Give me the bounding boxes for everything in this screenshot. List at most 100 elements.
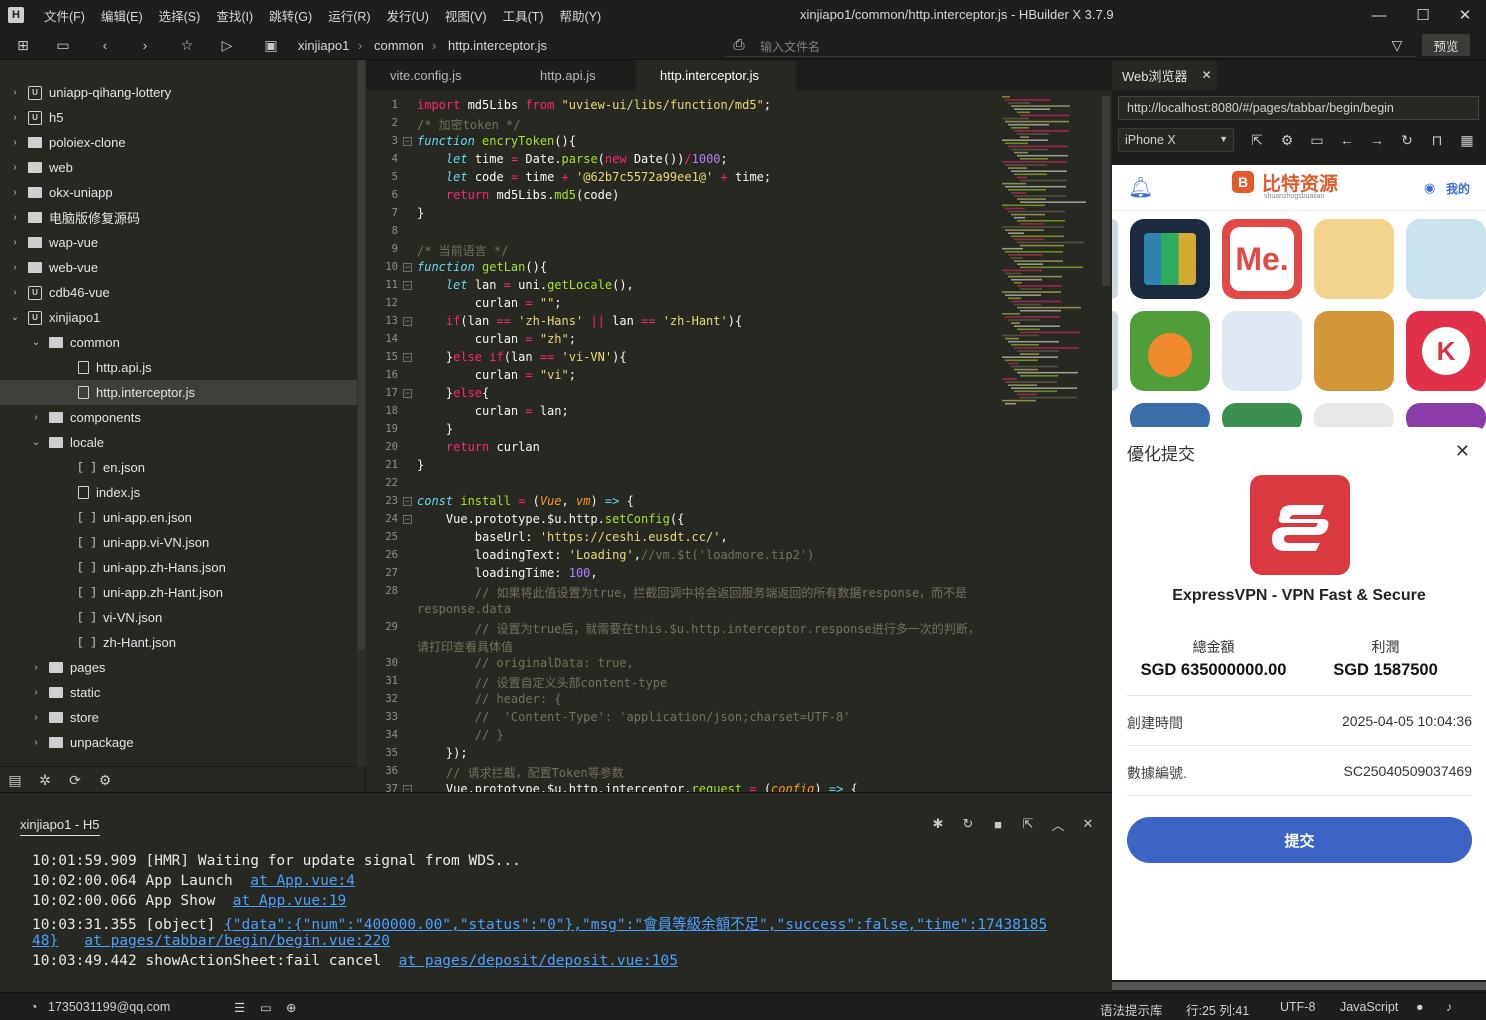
- code-line[interactable]: curlan = lan;: [417, 404, 569, 418]
- tree-item[interactable]: ⌄ Uxinjiapo1: [0, 305, 357, 330]
- code-line[interactable]: let lan = uni.getLocale(),: [417, 278, 634, 292]
- notification-bell-icon[interactable]: 🔔︎: [1128, 175, 1153, 200]
- syntax-hint-lib[interactable]: 语法提示库: [1100, 1000, 1163, 1019]
- chevron-icon[interactable]: ›: [31, 662, 41, 673]
- tree-item[interactable]: › Uuniapp-qihang-lottery: [0, 80, 357, 105]
- tree-item[interactable]: › wap-vue: [0, 230, 357, 255]
- chevron-icon[interactable]: ⌄: [10, 312, 20, 323]
- tab-http-api[interactable]: http.api.js: [516, 60, 636, 90]
- chevron-icon[interactable]: ›: [10, 137, 20, 148]
- file-search-input[interactable]: ⎙ 输入文件名: [726, 33, 1416, 57]
- menu-item[interactable]: 帮助(Y): [552, 6, 610, 25]
- menu-item[interactable]: 工具(T): [495, 6, 552, 25]
- code-line[interactable]: const install = (Vue, vm) => {: [417, 494, 634, 508]
- tab-vite-config[interactable]: vite.config.js: [366, 60, 492, 90]
- code-line[interactable]: // 'Content-Type': 'application/json;cha…: [417, 710, 851, 724]
- code-line[interactable]: }else{: [417, 386, 489, 400]
- refresh-icon[interactable]: ↻: [1398, 131, 1416, 149]
- console-tab[interactable]: xinjiapo1 - H5: [20, 817, 100, 836]
- editor-scrollbar[interactable]: [1102, 96, 1110, 286]
- run-icon[interactable]: ▷: [218, 36, 236, 54]
- tree-item[interactable]: › components: [0, 405, 357, 430]
- bell-icon[interactable]: ♪: [1446, 1000, 1452, 1014]
- console-link[interactable]: at pages/deposit/deposit.vue:105: [399, 953, 678, 969]
- explorer-icon[interactable]: ▤: [6, 771, 24, 789]
- code-line[interactable]: function encryToken(){: [417, 134, 576, 148]
- breadcrumb-file[interactable]: http.interceptor.js: [448, 38, 547, 53]
- code-line[interactable]: function getLan(){: [417, 260, 547, 274]
- forward-icon[interactable]: ›: [136, 36, 154, 54]
- back-icon[interactable]: ‹: [96, 36, 114, 54]
- menu-item[interactable]: 跳转(G): [261, 6, 320, 25]
- tree-item[interactable]: http.api.js: [0, 355, 357, 380]
- device-select[interactable]: iPhone X ▼: [1118, 128, 1234, 152]
- game-tile[interactable]: [1222, 311, 1302, 391]
- close-tab-icon[interactable]: ✕: [1202, 68, 1212, 82]
- tree-item[interactable]: index.js: [0, 480, 357, 505]
- fold-icon[interactable]: −: [403, 497, 412, 506]
- chevron-icon[interactable]: ⌄: [31, 437, 41, 448]
- menu-item[interactable]: 运行(R): [320, 6, 378, 25]
- code-line[interactable]: // 如果将此值设置为true，拦截回调中将会返回服务端返回的所有数据respo…: [417, 584, 967, 601]
- submit-button[interactable]: 提交: [1127, 817, 1472, 863]
- maximize-icon[interactable]: ☐: [1400, 0, 1446, 30]
- code-line[interactable]: });: [417, 746, 468, 760]
- game-tile[interactable]: [1112, 219, 1118, 299]
- url-input[interactable]: http://localhost:8080/#/pages/tabbar/beg…: [1118, 96, 1479, 120]
- chevron-icon[interactable]: ›: [10, 112, 20, 123]
- debug-bug-icon[interactable]: ✱: [930, 816, 946, 832]
- minimap[interactable]: [1002, 96, 1098, 416]
- code-line[interactable]: response.data: [417, 602, 511, 616]
- game-tile[interactable]: K: [1406, 311, 1486, 391]
- game-tile[interactable]: [1406, 219, 1486, 299]
- web-scrollbar[interactable]: [1112, 982, 1486, 990]
- console-link[interactable]: 48}: [32, 933, 58, 949]
- web-browser-tab[interactable]: Web浏览器 ✕: [1112, 60, 1217, 90]
- breadcrumb-folder[interactable]: common: [374, 38, 424, 53]
- tree-item[interactable]: http.interceptor.js: [0, 380, 357, 405]
- fold-icon[interactable]: −: [403, 281, 412, 290]
- console-link[interactable]: at App.vue:4: [250, 873, 355, 889]
- code-line[interactable]: let time = Date.parse(new Date())/1000;: [417, 152, 728, 166]
- preview-button[interactable]: 预览: [1422, 34, 1470, 56]
- tree-item[interactable]: [ ] uni-app.zh-Hant.json: [0, 580, 357, 605]
- code-line[interactable]: }: [417, 422, 453, 436]
- chevron-icon[interactable]: ›: [10, 237, 20, 248]
- tree-item[interactable]: › static: [0, 680, 357, 705]
- chevron-icon[interactable]: ›: [10, 212, 20, 223]
- new-file-icon[interactable]: ⊞: [14, 36, 32, 54]
- code-line[interactable]: import md5Libs from "uview-ui/libs/funct…: [417, 98, 771, 112]
- chevron-icon[interactable]: ›: [10, 162, 20, 173]
- code-line[interactable]: // header: {: [417, 692, 562, 706]
- code-line[interactable]: Vue.prototype.$u.http.interceptor.reques…: [417, 782, 858, 792]
- open-log-icon[interactable]: ⇱: [1020, 816, 1036, 832]
- encoding[interactable]: UTF-8: [1280, 1000, 1315, 1014]
- sheet-close-icon[interactable]: ✕: [1455, 441, 1470, 462]
- code-line[interactable]: // 设置自定义头部content-type: [417, 674, 667, 691]
- tree-item[interactable]: ⌄ common: [0, 330, 357, 355]
- terminal-icon[interactable]: ▭: [260, 1000, 272, 1015]
- tree-item[interactable]: [ ] vi-VN.json: [0, 605, 357, 630]
- settings-icon[interactable]: ⚙: [1278, 131, 1296, 149]
- menu-item[interactable]: 视图(V): [437, 6, 495, 25]
- minimize-icon[interactable]: —: [1356, 0, 1402, 30]
- tree-item[interactable]: › web: [0, 155, 357, 180]
- tree-item[interactable]: › web-vue: [0, 255, 357, 280]
- code-line[interactable]: }: [417, 458, 424, 472]
- tree-item[interactable]: › Uh5: [0, 105, 357, 130]
- chevron-icon[interactable]: ⌄: [31, 337, 41, 348]
- notifications-icon[interactable]: ●: [1416, 1000, 1424, 1014]
- tree-item[interactable]: [ ] uni-app.en.json: [0, 505, 357, 530]
- game-tile[interactable]: [1314, 219, 1394, 299]
- collapse-up-icon[interactable]: ︿: [1050, 816, 1066, 833]
- nav-forward-icon[interactable]: →: [1368, 131, 1386, 149]
- tree-item[interactable]: [ ] uni-app.vi-VN.json: [0, 530, 357, 555]
- chevron-icon[interactable]: ›: [10, 287, 20, 298]
- code-line[interactable]: return curlan: [417, 440, 540, 454]
- game-tile[interactable]: [1314, 311, 1394, 391]
- sidebar-scrollbar[interactable]: [357, 60, 366, 766]
- code-line[interactable]: 请打印查看具体值: [417, 638, 513, 655]
- tree-item[interactable]: [ ] uni-app.zh-Hans.json: [0, 555, 357, 580]
- code-line[interactable]: // 请求拦截，配置Token等参数: [417, 764, 624, 781]
- game-tile[interactable]: [1130, 219, 1210, 299]
